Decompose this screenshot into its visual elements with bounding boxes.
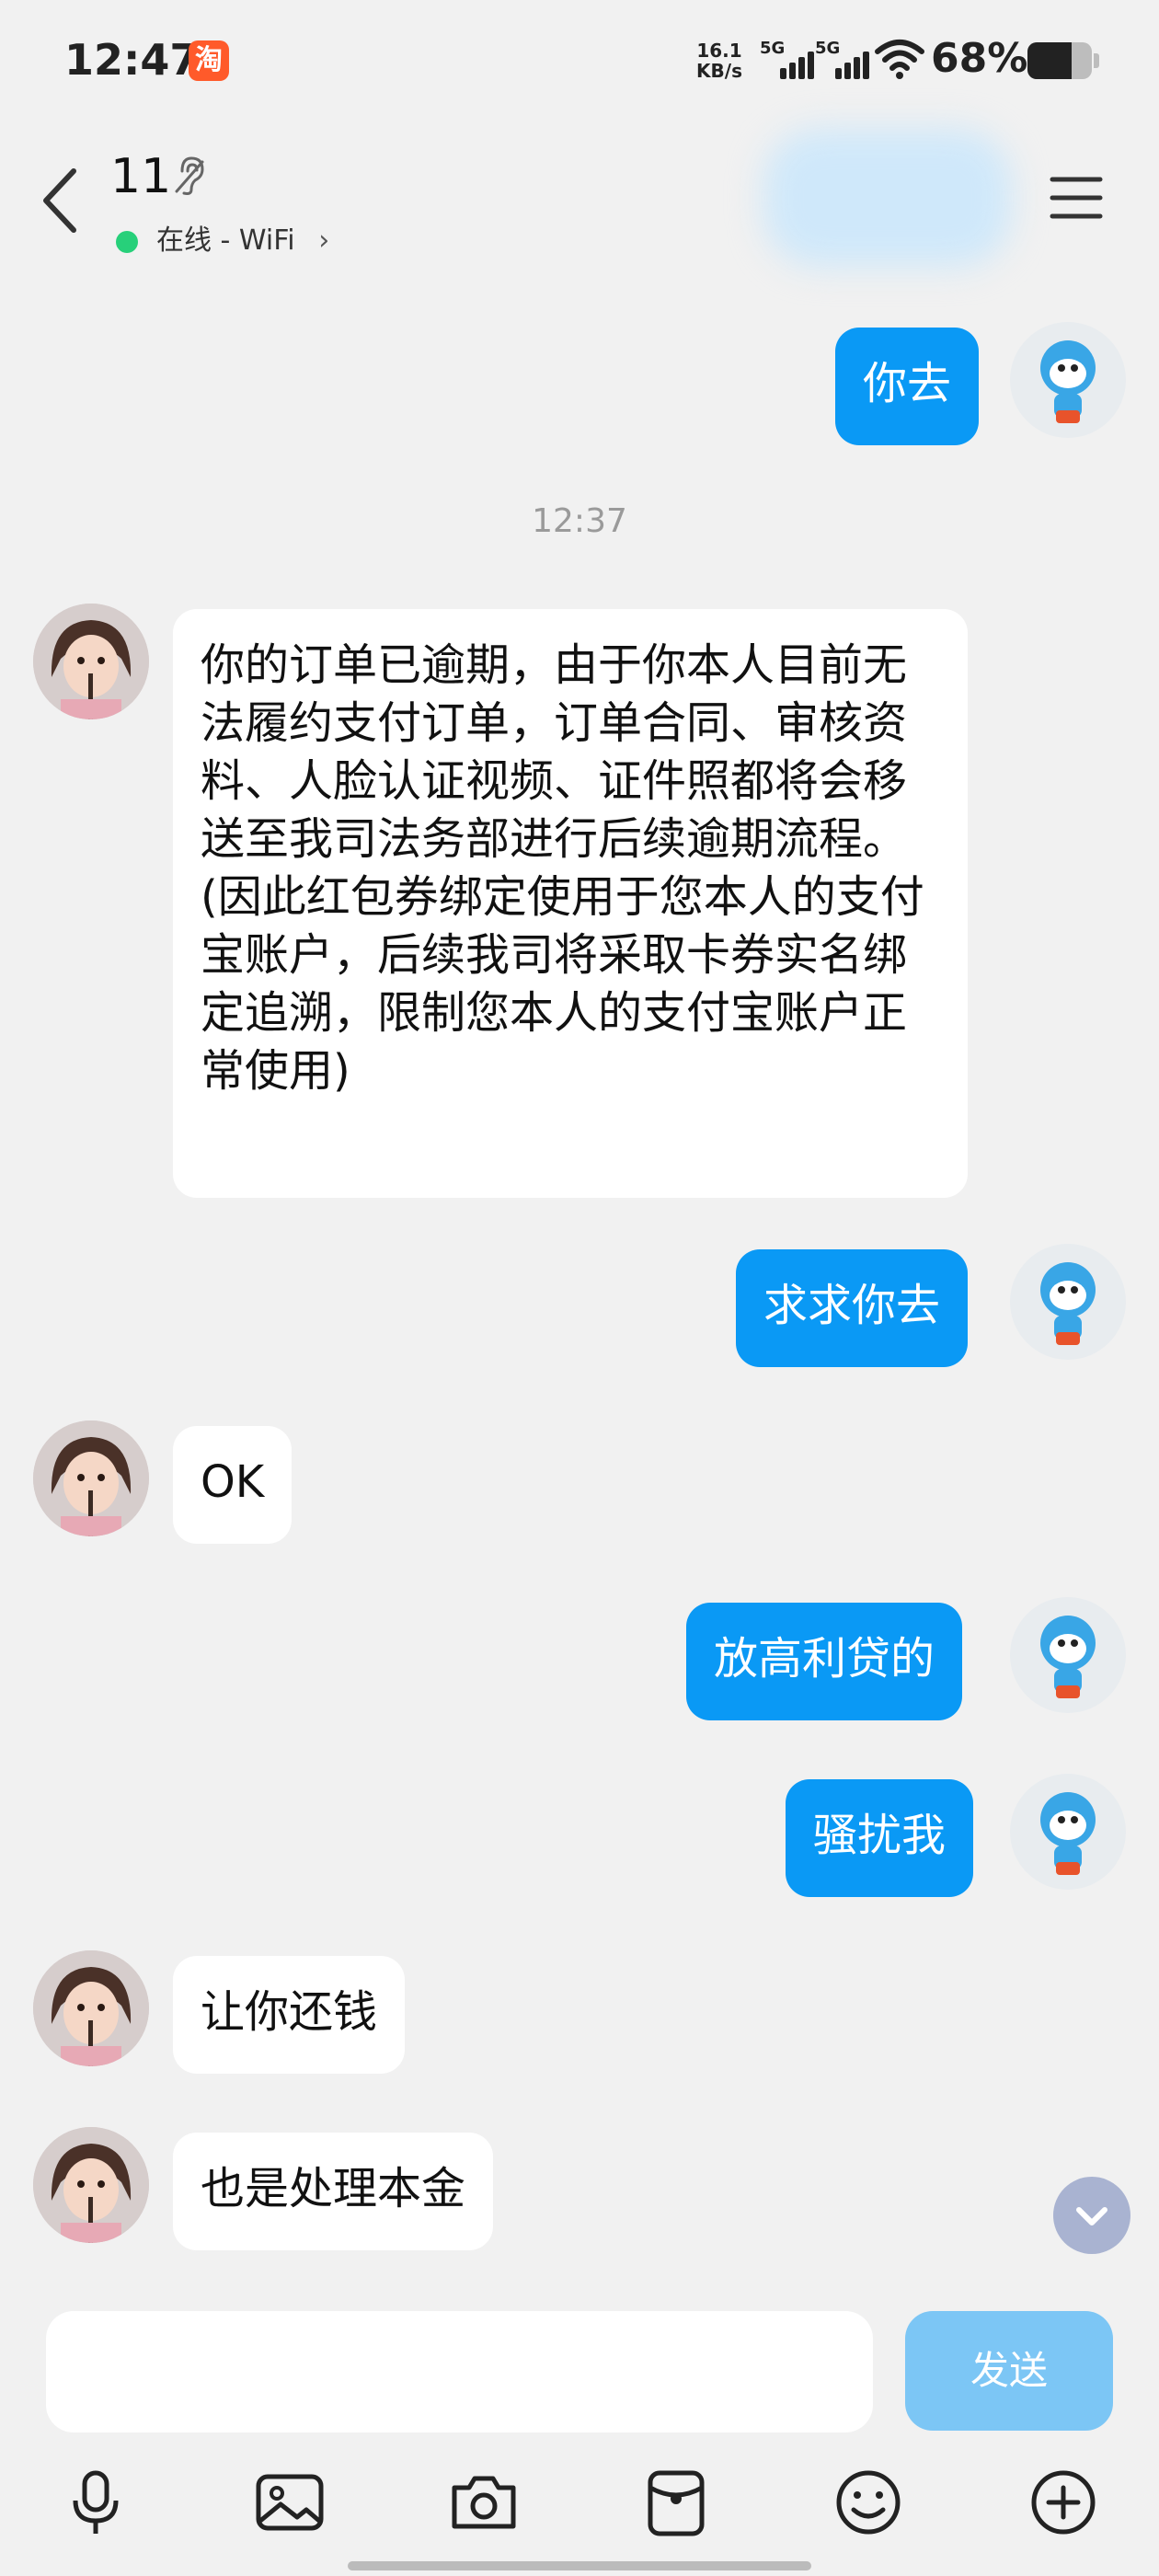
message-row: 让你还钱 <box>0 1950 1159 2074</box>
avatar[interactable] <box>33 2127 149 2243</box>
message-bubble[interactable]: 让你还钱 <box>173 1956 406 2074</box>
mic-icon[interactable] <box>59 2466 132 2539</box>
message-row: 你去 <box>0 322 1159 445</box>
online-dot-icon <box>116 230 138 253</box>
red-packet-icon[interactable] <box>639 2466 713 2539</box>
avatar[interactable] <box>1010 1597 1126 1713</box>
plus-icon[interactable] <box>1027 2466 1100 2539</box>
message-bubble[interactable]: 你去 <box>835 328 980 445</box>
taobao-app-icon: 淘 <box>189 40 229 81</box>
message-row: 你的订单已逾期，由于你本人目前无法履约支付订单，订单合同、审核资料、人脸认证视频… <box>0 604 1159 1198</box>
message-bubble[interactable]: OK <box>173 1426 293 1544</box>
wifi-icon <box>875 40 924 79</box>
message-row: 骚扰我 <box>0 1774 1159 1897</box>
network-speed-value: 16.1 <box>696 40 742 62</box>
scroll-to-bottom-button[interactable] <box>1053 2177 1130 2254</box>
avatar[interactable] <box>33 1950 149 2066</box>
chevron-right-icon: › <box>318 224 330 257</box>
network-speed-unit: KB/s <box>696 60 742 82</box>
message-bubble[interactable]: 你的订单已逾期，由于你本人目前无法履约支付订单，订单合同、审核资料、人脸认证视频… <box>173 609 968 1198</box>
image-icon[interactable] <box>253 2466 327 2539</box>
signal-icon: 5G <box>815 39 870 79</box>
status-bar: 12:47 淘 16.1 KB/s 5G 5G 68% <box>0 0 1159 120</box>
message-bubble[interactable]: 放高利贷的 <box>686 1603 963 1720</box>
battery-icon <box>1027 42 1092 79</box>
message-row: 放高利贷的 <box>0 1597 1159 1720</box>
message-row: 求求你去 <box>0 1244 1159 1367</box>
menu-icon[interactable] <box>1049 170 1104 225</box>
status-time: 12:47 <box>64 35 200 85</box>
message-timestamp: 12:37 <box>532 502 627 540</box>
avatar[interactable] <box>33 604 149 719</box>
message-bubble[interactable]: 求求你去 <box>736 1249 969 1367</box>
network-speed: 16.1 KB/s <box>692 40 747 81</box>
signal-type-label: 5G <box>760 39 786 58</box>
avatar[interactable] <box>1010 1244 1126 1360</box>
avatar[interactable] <box>33 1420 149 1536</box>
message-input[interactable] <box>46 2311 873 2432</box>
battery-percent: 68% <box>931 35 1028 82</box>
input-area: 发送 <box>0 2291 1159 2576</box>
ear-icon <box>175 156 204 195</box>
message-row: OK <box>0 1420 1159 1544</box>
home-indicator[interactable] <box>348 2561 811 2570</box>
message-row: 也是处理本金 <box>0 2127 1159 2250</box>
camera-icon[interactable] <box>447 2466 521 2539</box>
message-bubble[interactable]: 骚扰我 <box>786 1779 974 1897</box>
avatar[interactable] <box>1010 1774 1126 1890</box>
chat-title[interactable]: 11 <box>110 149 171 204</box>
online-status-text: 在线 - WiFi <box>156 224 295 257</box>
avatar[interactable] <box>1010 322 1126 438</box>
signal-type-label: 5G <box>815 39 841 58</box>
send-button[interactable]: 发送 <box>905 2311 1113 2431</box>
blurred-region <box>763 129 1012 267</box>
chat-header: 11 在线 - WiFi › <box>0 129 1159 267</box>
emoji-icon[interactable] <box>832 2466 905 2539</box>
online-status[interactable]: 在线 - WiFi › <box>116 217 329 258</box>
input-toolbar <box>0 2466 1159 2539</box>
signal-icon: 5G <box>760 39 815 79</box>
chevron-down-icon <box>1076 2207 1107 2225</box>
back-arrow-icon[interactable] <box>37 164 83 237</box>
message-bubble[interactable]: 也是处理本金 <box>173 2133 494 2250</box>
